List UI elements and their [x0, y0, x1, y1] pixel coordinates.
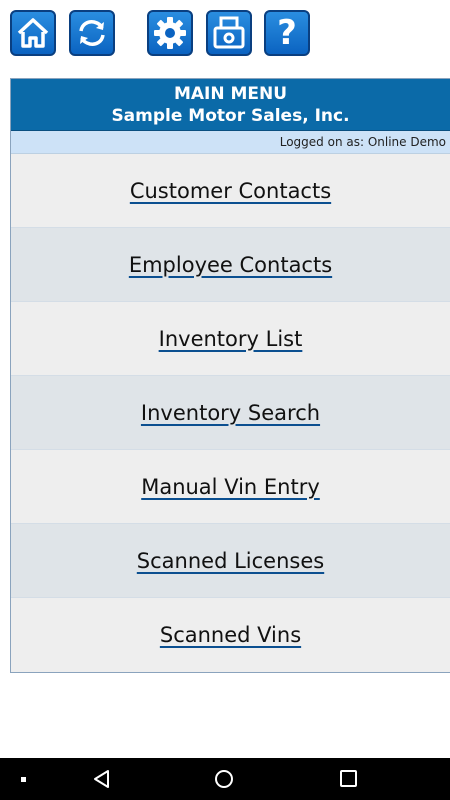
home-icon [17, 18, 49, 48]
refresh-icon [79, 20, 105, 46]
menu-link[interactable]: Customer Contacts [130, 179, 331, 203]
menu-link[interactable]: Employee Contacts [129, 253, 332, 277]
menu-item-inventory-search[interactable]: Inventory Search [11, 376, 450, 450]
refresh-button[interactable] [69, 10, 115, 56]
menu-title: MAIN MENU [173, 84, 288, 104]
menu-link[interactable]: Scanned Licenses [137, 549, 324, 573]
menu-header: MAIN MENU Sample Motor Sales, Inc. [11, 79, 450, 131]
printer-icon [213, 16, 245, 49]
company-name: Sample Motor Sales, Inc. [111, 106, 350, 126]
menu-item-scanned-licenses[interactable]: Scanned Licenses [11, 524, 450, 598]
menu-link[interactable]: Inventory Search [141, 401, 320, 425]
print-button[interactable] [206, 10, 252, 56]
menu-list: Customer Contacts Employee Contacts Inve… [11, 154, 450, 672]
menu-link[interactable]: Manual Vin Entry [141, 475, 320, 499]
main-menu-panel: MAIN MENU Sample Motor Sales, Inc. Logge… [10, 78, 450, 673]
home-circle-icon[interactable] [215, 770, 233, 788]
menu-item-manual-vin-entry[interactable]: Manual Vin Entry [11, 450, 450, 524]
toolbar: ? [0, 0, 450, 68]
menu-item-inventory-list[interactable]: Inventory List [11, 302, 450, 376]
home-button[interactable] [10, 10, 56, 56]
help-icon: ? [277, 13, 297, 53]
menu-item-employee-contacts[interactable]: Employee Contacts [11, 228, 450, 302]
gear-icon [154, 17, 186, 49]
overview-square-icon[interactable] [340, 770, 357, 787]
settings-button[interactable] [147, 10, 193, 56]
menu-item-customer-contacts[interactable]: Customer Contacts [11, 154, 450, 228]
logged-on-status: Logged on as: Online Demo [11, 131, 450, 154]
system-navigation-bar [0, 758, 450, 800]
back-icon[interactable] [92, 769, 112, 789]
menu-link[interactable]: Inventory List [159, 327, 303, 351]
menu-link[interactable]: Scanned Vins [160, 623, 301, 647]
recent-dot-icon [21, 777, 26, 782]
help-button[interactable]: ? [264, 10, 310, 56]
menu-item-scanned-vins[interactable]: Scanned Vins [11, 598, 450, 672]
